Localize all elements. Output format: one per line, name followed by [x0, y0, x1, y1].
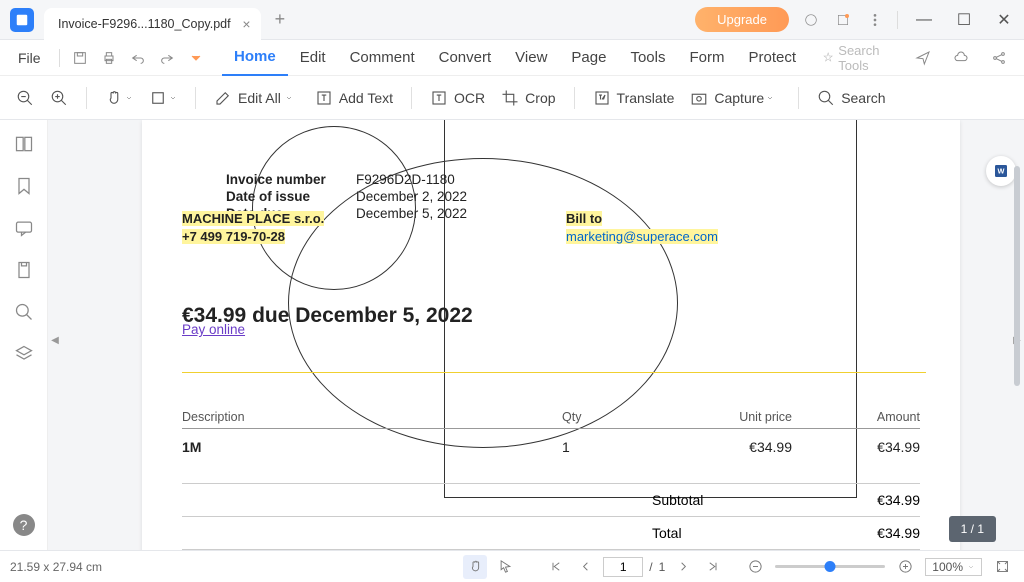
tab-home[interactable]: Home: [222, 40, 288, 76]
statusbar: 21.59 x 27.94 cm / 1 100%: [0, 550, 1024, 582]
search-button[interactable]: Search: [809, 83, 893, 113]
cloud-icon[interactable]: [948, 45, 974, 71]
shape-tool-button[interactable]: [141, 83, 185, 113]
maximize-button[interactable]: ☐: [944, 0, 984, 40]
yellow-line-annotation[interactable]: [182, 372, 926, 373]
settings-icon[interactable]: [801, 10, 821, 30]
undo-icon[interactable]: [126, 45, 149, 71]
pay-online-link[interactable]: Pay online: [182, 322, 245, 337]
toolbar: Edit All Add Text OCR Crop Translate Cap…: [0, 76, 1024, 120]
capture-button[interactable]: Capture: [682, 83, 788, 113]
bookmark-icon[interactable]: [14, 176, 34, 196]
notification-icon[interactable]: [833, 10, 853, 30]
tab-title: Invoice-F9296...1180_Copy.pdf: [58, 17, 231, 31]
zoom-slider[interactable]: [775, 565, 885, 568]
page-input[interactable]: [603, 557, 643, 577]
search-panel-icon[interactable]: [14, 302, 34, 322]
crop-button[interactable]: Crop: [493, 83, 563, 113]
subtotal-label: Subtotal: [652, 492, 792, 508]
bill-to-label: Bill to: [566, 211, 602, 226]
close-tab-icon[interactable]: ×: [242, 16, 250, 32]
attachment-icon[interactable]: [14, 260, 34, 280]
menubar: File Home Edit Comment Convert View Page…: [0, 40, 1024, 76]
due-date: December 5, 2022: [356, 206, 467, 221]
scrollbar[interactable]: [1014, 166, 1020, 386]
bill-to-email: marketing@superace.com: [566, 229, 718, 244]
tab-tools[interactable]: Tools: [618, 40, 677, 76]
print-icon[interactable]: [97, 45, 120, 71]
share-icon[interactable]: [986, 45, 1012, 71]
thumbnails-icon[interactable]: [14, 134, 34, 154]
redo-icon[interactable]: [155, 45, 178, 71]
tab-form[interactable]: Form: [677, 40, 736, 76]
translate-button[interactable]: Translate: [585, 83, 683, 113]
invoice-number: F9296D2D-1180: [356, 172, 455, 187]
issue-date: December 2, 2022: [356, 189, 467, 204]
select-mode-icon[interactable]: [493, 555, 517, 579]
company-name: MACHINE PLACE s.r.o.: [182, 211, 324, 226]
tab-view[interactable]: View: [503, 40, 559, 76]
search-tools[interactable]: Search Tools: [822, 43, 904, 73]
last-page-icon[interactable]: [701, 555, 725, 579]
tab-page[interactable]: Page: [559, 40, 618, 76]
total-value: €34.99: [792, 525, 920, 541]
edit-all-button[interactable]: Edit All: [206, 83, 307, 113]
zoom-level[interactable]: 100%: [925, 558, 982, 576]
col-unit-price: Unit price: [652, 410, 792, 424]
upgrade-button[interactable]: Upgrade: [695, 7, 789, 32]
tab-convert[interactable]: Convert: [427, 40, 504, 76]
subtotal-value: €34.99: [792, 492, 920, 508]
tab-protect[interactable]: Protect: [736, 40, 808, 76]
minimize-button[interactable]: —: [904, 0, 944, 40]
svg-text:W: W: [998, 167, 1005, 176]
word-export-icon[interactable]: W: [986, 156, 1016, 186]
left-rail: ?: [0, 120, 48, 550]
hand-mode-icon[interactable]: [463, 555, 487, 579]
total-label: Total: [652, 525, 792, 541]
next-page-icon[interactable]: [671, 555, 695, 579]
first-page-icon[interactable]: [543, 555, 567, 579]
page-dimensions: 21.59 x 27.94 cm: [10, 560, 102, 574]
titlebar: Invoice-F9296...1180_Copy.pdf × + Upgrad…: [0, 0, 1024, 40]
tab-comment[interactable]: Comment: [338, 40, 427, 76]
page-sep: /: [649, 560, 652, 574]
layers-icon[interactable]: [14, 344, 34, 364]
add-text-button[interactable]: Add Text: [307, 83, 401, 113]
page-indicator-badge: 1 / 1: [949, 516, 996, 542]
save-icon[interactable]: [68, 45, 91, 71]
send-icon[interactable]: [910, 45, 936, 71]
col-amount: Amount: [792, 410, 920, 424]
company-phone: +7 499 719-70-28: [182, 229, 285, 244]
comment-icon[interactable]: [14, 218, 34, 238]
file-menu[interactable]: File: [6, 50, 53, 66]
dropdown-icon[interactable]: [184, 45, 207, 71]
fit-page-icon[interactable]: [990, 555, 1014, 579]
zoom-in-icon[interactable]: [893, 555, 917, 579]
page-total: 1: [659, 560, 666, 574]
document-tab[interactable]: Invoice-F9296...1180_Copy.pdf ×: [44, 8, 261, 40]
zoom-in-button[interactable]: [42, 83, 76, 113]
prev-page-chevron[interactable]: ◀: [48, 320, 62, 360]
issue-date-label: Date of issue: [226, 189, 356, 204]
app-logo-icon: [10, 8, 34, 32]
canvas[interactable]: ◀ ▶ Invoice numberF9296D2D-1180 Date of …: [48, 120, 1024, 550]
zoom-out-icon[interactable]: [743, 555, 767, 579]
col-qty: Qty: [562, 410, 652, 424]
document-page: Invoice numberF9296D2D-1180 Date of issu…: [142, 120, 960, 550]
prev-page-icon[interactable]: [573, 555, 597, 579]
close-window-button[interactable]: ✕: [984, 0, 1024, 40]
menu-tabs: Home Edit Comment Convert View Page Tool…: [222, 40, 808, 76]
new-tab-button[interactable]: +: [275, 9, 286, 30]
col-description: Description: [182, 410, 562, 424]
table-row: 1M 1 €34.99 €34.99: [182, 429, 920, 465]
more-icon[interactable]: [865, 10, 885, 30]
tab-edit[interactable]: Edit: [288, 40, 338, 76]
invoice-number-label: Invoice number: [226, 172, 356, 187]
ocr-button[interactable]: OCR: [422, 83, 493, 113]
hand-tool-button[interactable]: [97, 83, 141, 113]
help-icon[interactable]: ?: [13, 514, 35, 536]
zoom-out-button[interactable]: [8, 83, 42, 113]
